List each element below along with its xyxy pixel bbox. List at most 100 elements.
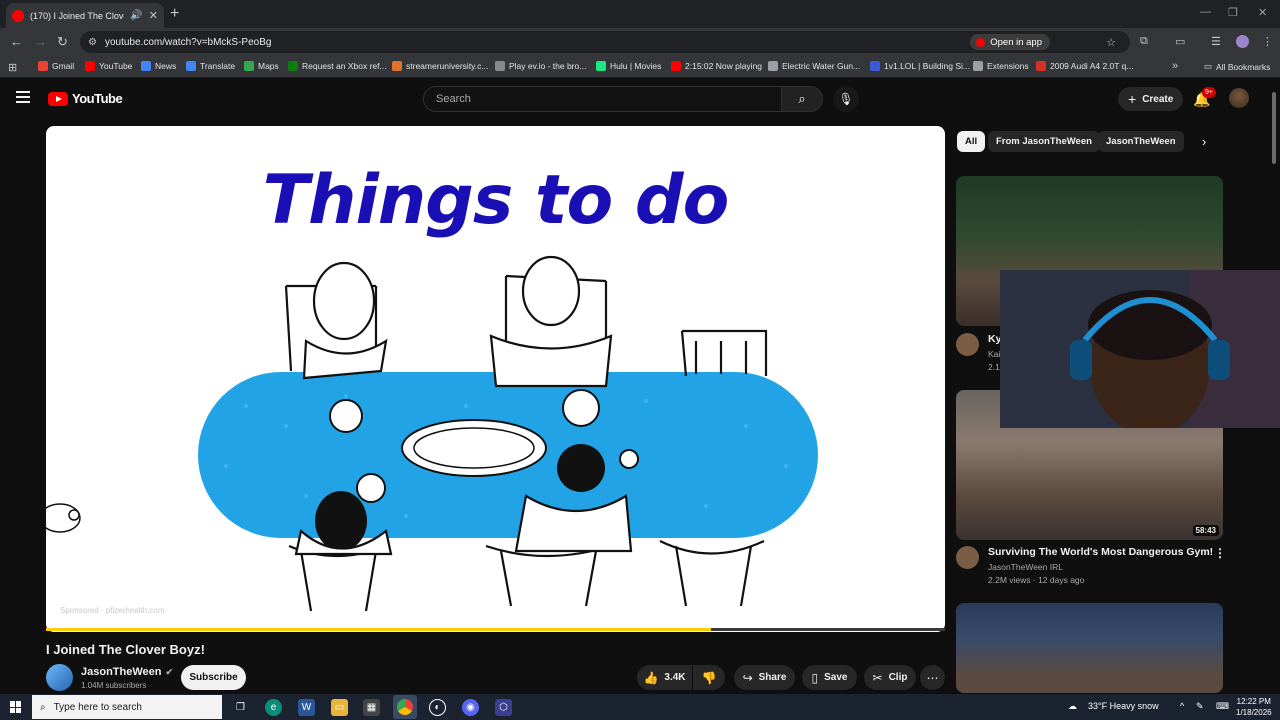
close-window-icon[interactable]: ✕ xyxy=(1258,6,1267,19)
obs-icon[interactable]: ◐ xyxy=(429,699,446,716)
tray-chevron-icon[interactable]: ^ xyxy=(1180,701,1184,711)
apps-grid-icon[interactable]: ⊞ xyxy=(8,61,17,74)
extensions-icon[interactable]: ⧉ xyxy=(1140,35,1148,48)
windows-start-icon[interactable] xyxy=(10,701,22,713)
app-icon[interactable]: ⬡ xyxy=(495,699,512,716)
microphone-icon: 🎙 xyxy=(838,92,854,106)
task-view-icon[interactable]: ❐ xyxy=(232,699,249,716)
weather-icon[interactable]: ☁ xyxy=(1068,701,1077,712)
bookmark-item[interactable]: Translate xyxy=(186,61,235,71)
bookmark-item[interactable]: Play ev.io - the bro... xyxy=(495,61,586,71)
edge-icon[interactable]: e xyxy=(265,699,282,716)
bookmark-item[interactable]: 1v1.LOL | Building Si... xyxy=(870,61,970,71)
rec-thumbnail-3[interactable] xyxy=(956,603,1223,693)
keyboard-icon[interactable]: ⌨ xyxy=(1216,701,1229,712)
share-button[interactable]: ↪ Share xyxy=(734,665,795,690)
video-player[interactable]: Things to do Sponsored · pfizerhealth.co… xyxy=(46,126,945,632)
bookmark-item[interactable]: Extensions xyxy=(973,61,1029,71)
bookmark-label: Gmail xyxy=(52,61,75,71)
bookmark-item[interactable]: Gmail xyxy=(38,61,74,71)
menu-hamburger-icon[interactable] xyxy=(16,91,30,106)
word-icon[interactable]: W xyxy=(298,699,315,716)
cast-icon[interactable]: ▭ xyxy=(1175,35,1185,48)
chevron-right-icon[interactable]: › xyxy=(1202,134,1206,149)
youtube-logo[interactable]: YouTube xyxy=(48,91,123,106)
bookmark-favicon-icon xyxy=(244,61,254,71)
more-actions-button[interactable]: ⋯ xyxy=(920,665,945,690)
bookmark-item[interactable]: News xyxy=(141,61,176,71)
bookmark-item[interactable]: YouTube xyxy=(85,61,132,71)
rec-title-2[interactable]: Surviving The World's Most Dangerous Gym… xyxy=(988,546,1213,558)
browser-tab[interactable]: (170) I Joined The Clover Boyz! - YouTub… xyxy=(6,3,164,28)
channel-avatar[interactable] xyxy=(46,664,73,691)
bookmark-item[interactable]: Request an Xbox ref... xyxy=(288,61,387,71)
bookmark-star-icon[interactable]: ☆ xyxy=(1106,36,1116,49)
bookmark-item[interactable]: 2009 Audi A4 2.0T q... xyxy=(1036,61,1134,71)
new-tab-icon[interactable]: + xyxy=(170,5,179,23)
youtube-play-icon xyxy=(48,91,68,106)
weather-text[interactable]: 33°F Heavy snow xyxy=(1088,701,1159,711)
subscribe-button[interactable]: Subscribe xyxy=(181,665,246,690)
minimize-icon[interactable]: — xyxy=(1200,6,1211,18)
thumbs-down-icon: 👎 xyxy=(701,670,717,685)
rec-channel-2[interactable]: JasonTheWeen IRL xyxy=(988,562,1063,572)
discord-icon[interactable]: ◉ xyxy=(462,699,479,716)
page-scrollbar[interactable] xyxy=(1272,92,1276,164)
address-bar[interactable]: ⚙ youtube.com/watch?v=bMckS-PeoBg Open i… xyxy=(80,31,1130,53)
bookmark-item[interactable]: streameruniversity.c... xyxy=(392,61,489,71)
account-avatar[interactable] xyxy=(1229,88,1249,108)
search-icon: ⌕ xyxy=(40,701,46,713)
search-input[interactable]: Search xyxy=(423,86,782,112)
bookmark-favicon-icon xyxy=(392,61,402,71)
pen-icon[interactable]: ✎ xyxy=(1196,701,1204,712)
save-button[interactable]: ▯ Save xyxy=(802,665,857,690)
open-in-app-button[interactable]: Open in app xyxy=(970,34,1050,50)
chip-channel[interactable]: JasonTheWeen xyxy=(1098,131,1184,152)
rec-channel-1[interactable]: Kai xyxy=(988,349,1000,359)
file-explorer-icon[interactable]: ▭ xyxy=(331,699,348,716)
voice-search-button[interactable]: 🎙 xyxy=(833,86,859,112)
taskbar-search-input[interactable]: ⌕ Type here to search xyxy=(32,695,222,719)
rec-channel-avatar-2[interactable] xyxy=(956,546,979,569)
chrome-icon xyxy=(397,699,413,715)
create-button[interactable]: + Create xyxy=(1118,87,1184,111)
bookmark-label: Electric Water Gun... xyxy=(782,61,861,71)
all-bookmarks[interactable]: ▭ All Bookmarks xyxy=(1204,61,1270,72)
restore-icon[interactable]: ❐ xyxy=(1228,6,1238,19)
site-info-icon[interactable]: ⚙ xyxy=(88,37,97,48)
menu-icon[interactable]: ⋮ xyxy=(1262,35,1273,48)
system-clock[interactable]: 12:22 PM 1/18/2026 xyxy=(1236,696,1272,718)
store-icon[interactable]: ▦ xyxy=(363,699,380,716)
chrome-taskbar-button[interactable] xyxy=(393,695,417,719)
close-tab-icon[interactable]: ✕ xyxy=(149,9,158,22)
bookmark-label: 2009 Audi A4 2.0T q... xyxy=(1050,61,1134,71)
dislike-button[interactable]: 👎 xyxy=(693,665,725,690)
bookmark-item[interactable]: 2:15:02 Now playing xyxy=(671,61,762,71)
chip-from-channel[interactable]: From JasonTheWeen xyxy=(988,131,1100,152)
like-button[interactable]: 👍 3.4K xyxy=(637,665,692,690)
browser-tab-strip: (170) I Joined The Clover Boyz! - YouTub… xyxy=(0,0,1280,28)
sponsored-label[interactable]: Sponsored · pfizerhealth.com xyxy=(60,606,165,615)
back-icon[interactable]: ← xyxy=(10,34,23,49)
rec-more-icon-2[interactable]: ⋮ xyxy=(1214,546,1226,560)
tab-title: (170) I Joined The Clover Boyz! - YouTub… xyxy=(30,10,124,21)
clip-button[interactable]: ✂ Clip xyxy=(864,665,916,690)
forward-icon[interactable]: → xyxy=(34,34,47,49)
rec-channel-avatar-1[interactable] xyxy=(956,333,979,356)
channel-name[interactable]: JasonTheWeen ✔ xyxy=(81,666,173,678)
video-progress-bar[interactable] xyxy=(46,628,945,631)
taskbar-search-placeholder: Type here to search xyxy=(53,701,142,713)
bookmark-item[interactable]: Electric Water Gun... xyxy=(768,61,860,71)
profile-icon[interactable] xyxy=(1236,35,1249,48)
reload-icon[interactable]: ↻ xyxy=(57,34,68,50)
reading-list-icon[interactable]: ☰ xyxy=(1211,35,1221,48)
search-button[interactable]: ⌕ xyxy=(781,86,823,112)
bookmark-item[interactable]: Hulu | Movies xyxy=(596,61,661,71)
chip-all[interactable]: All xyxy=(957,131,986,152)
speaker-icon[interactable]: 🔊 xyxy=(130,10,142,21)
bookmark-label: Extensions xyxy=(987,61,1029,71)
youtube-icon xyxy=(976,37,986,47)
channel-name-text: JasonTheWeen xyxy=(81,666,162,678)
bookmark-item[interactable]: Maps xyxy=(244,61,279,71)
more-bookmarks-icon[interactable]: » xyxy=(1172,60,1178,72)
